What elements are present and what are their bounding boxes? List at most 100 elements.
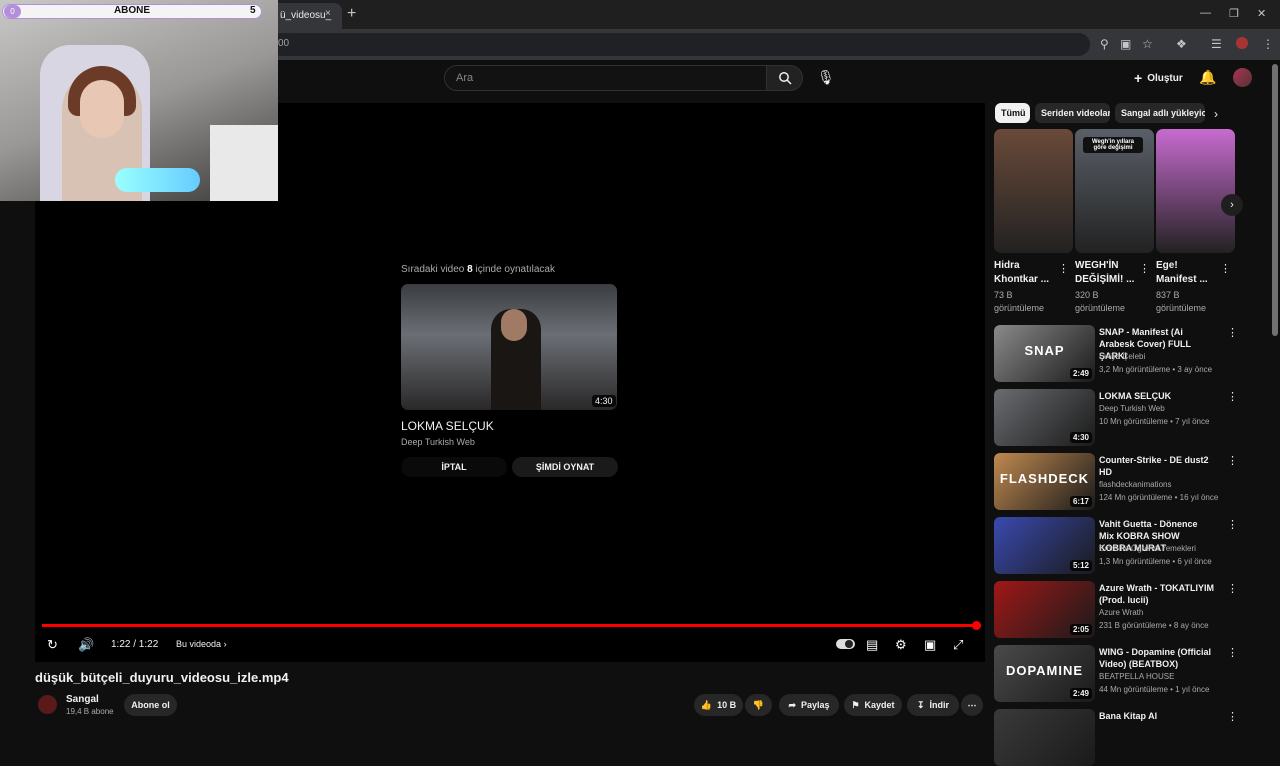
up-next-channel: Deep Turkish Web (401, 437, 475, 447)
channel-name[interactable]: Sangal (66, 694, 99, 705)
browser-menu-icon[interactable]: ⋮ (1262, 37, 1274, 51)
subtitles-icon[interactable]: ▤ (866, 637, 878, 653)
like-count: 10 B (717, 700, 737, 710)
more-options-icon[interactable]: ⋮ (1227, 518, 1238, 531)
notifications-bell-icon[interactable]: 🔔 (1199, 69, 1216, 86)
create-button[interactable]: + Oluştur (1134, 68, 1183, 88)
url-text: 00 (278, 38, 290, 49)
up-next-thumbnail[interactable] (401, 284, 617, 410)
short-title[interactable]: Ege! Manifest ... (1156, 259, 1216, 287)
thumbnail-label: SNAP (1024, 343, 1065, 358)
up-next-duration: 4:30 (592, 395, 616, 407)
chip-uploader[interactable]: Sangal adlı yükleyiciden (1115, 103, 1205, 123)
video-title[interactable]: LOKMA SELÇUK (1099, 390, 1214, 402)
shorts-next-button[interactable]: › (1221, 194, 1243, 216)
microphone (115, 168, 200, 192)
volume-icon[interactable]: 🔊 (78, 637, 94, 653)
video-duration: 4:30 (1069, 432, 1092, 443)
like-button[interactable]: 👍 10 B (694, 694, 743, 716)
channel-name[interactable]: BEATPELLA HOUSE (1099, 672, 1174, 681)
more-icon: ⋯ (967, 699, 977, 710)
maximize-icon[interactable]: ❐ (1229, 7, 1239, 20)
chip-series[interactable]: Seriden videolar (1035, 103, 1110, 123)
video-title[interactable]: Azure Wrath - TOKATLIYIM (Prod. lucii) (1099, 582, 1214, 606)
replay-icon[interactable]: ↻ (47, 637, 58, 653)
save-button[interactable]: ⚑ Kaydet (844, 694, 902, 716)
video-thumbnail[interactable] (994, 709, 1095, 766)
video-title[interactable]: WING - Dopamine (Official Video) (BEATBO… (1099, 646, 1214, 670)
account-avatar[interactable] (1233, 68, 1252, 87)
play-now-button[interactable]: ŞİMDİ OYNAT (512, 457, 618, 477)
channel-avatar[interactable] (38, 695, 57, 714)
video-title[interactable]: Counter-Strike - DE dust2 HD (1099, 454, 1214, 478)
cancel-button[interactable]: İPTAL (401, 457, 507, 477)
download-button[interactable]: ↧ İndir (907, 694, 959, 716)
voice-search-icon[interactable]: 🎙 (817, 69, 835, 86)
chapters-button[interactable]: Bu videoda › (176, 639, 227, 649)
more-options-icon[interactable]: ⋮ (1227, 710, 1238, 723)
subscribe-button[interactable]: Abone ol (124, 694, 177, 716)
short-more-icon[interactable]: ⋮ (1058, 262, 1069, 275)
bookmark-star-icon[interactable]: ☆ (1142, 37, 1153, 51)
short-more-icon[interactable]: ⋮ (1220, 262, 1231, 275)
short-views: 320 B görüntüleme (1075, 290, 1126, 313)
radiator (210, 125, 278, 201)
short-thumbnail[interactable] (1156, 129, 1235, 253)
cast-icon[interactable]: ▣ (1120, 37, 1131, 51)
miniplayer-icon[interactable]: ▣ (924, 637, 936, 653)
page-scrollbar[interactable] (1272, 64, 1278, 336)
minimize-icon[interactable]: — (1200, 7, 1211, 19)
more-options-icon[interactable]: ⋮ (1227, 646, 1238, 659)
dislike-button[interactable]: 👎 (745, 694, 772, 716)
channel-name[interactable]: Emre İle Öğrenci Yemekleri (1099, 544, 1196, 553)
short-thumbnail[interactable]: Wegh'in yıllara göre değişimi (1075, 129, 1154, 253)
extensions-icon[interactable]: ❖ (1176, 37, 1187, 51)
short-title[interactable]: Hidra Khontkar ... (994, 259, 1054, 287)
video-duration: 2:49 (1069, 688, 1092, 699)
tab-close-icon[interactable]: × (325, 8, 331, 19)
short-more-icon[interactable]: ⋮ (1139, 262, 1150, 275)
new-tab-icon[interactable]: + (347, 5, 356, 23)
thumbnail-label: FLASHDECK (999, 471, 1090, 486)
window-close-icon[interactable]: ✕ (1257, 7, 1266, 20)
channel-name[interactable]: Deep Turkish Web (1099, 404, 1165, 413)
short-title[interactable]: WEGH'İN DEĞİŞİMİ! ... (1075, 259, 1135, 287)
video-title[interactable]: Bana Kitap Al (1099, 710, 1214, 722)
video-thumbnail[interactable]: FLASHDECK 6:17 (994, 453, 1095, 510)
video-thumbnail[interactable]: DOPAMINE 2:49 (994, 645, 1095, 702)
video-thumbnail[interactable]: SNAP 2:49 (994, 325, 1095, 382)
progress-scrubber[interactable] (972, 621, 981, 630)
short-thumbnail[interactable] (994, 129, 1073, 253)
fullscreen-icon[interactable]: ⤢ (953, 637, 963, 653)
channel-name[interactable]: flashdeckanimations (1099, 480, 1171, 489)
more-actions-button[interactable]: ⋯ (961, 694, 983, 716)
more-options-icon[interactable]: ⋮ (1227, 454, 1238, 467)
download-icon: ↧ (916, 699, 925, 710)
chip-all[interactable]: Tümü (995, 103, 1030, 123)
address-bar[interactable] (270, 33, 1090, 56)
settings-gear-icon[interactable]: ⚙ (895, 637, 907, 653)
media-control-icon[interactable]: ☰ (1211, 37, 1222, 51)
video-thumbnail[interactable]: 5:12 (994, 517, 1095, 574)
autoplay-toggle[interactable] (836, 639, 855, 649)
video-thumbnail[interactable]: 4:30 (994, 389, 1095, 446)
up-next-title[interactable]: LOKMA SELÇUK (401, 419, 494, 433)
channel-name[interactable]: Evliya Çelebi (1099, 352, 1145, 361)
search-input[interactable] (444, 65, 767, 91)
search-button[interactable] (766, 65, 803, 91)
save-label: Kaydet (864, 700, 895, 710)
video-meta: 124 Mn görüntüleme • 16 yıl önce (1099, 493, 1219, 502)
zoom-icon[interactable]: ⚲ (1100, 37, 1109, 51)
video-thumbnail[interactable]: 2:05 (994, 581, 1095, 638)
thumbnail-label: DOPAMINE (1005, 663, 1084, 678)
download-label: İndir (929, 700, 950, 710)
more-options-icon[interactable]: ⋮ (1227, 390, 1238, 403)
more-options-icon[interactable]: ⋮ (1227, 582, 1238, 595)
chips-next-icon[interactable]: › (1214, 107, 1218, 121)
more-options-icon[interactable]: ⋮ (1227, 326, 1238, 339)
channel-name[interactable]: Azure Wrath (1099, 608, 1143, 617)
browser-tab[interactable]: ü_videosu_ (270, 3, 342, 29)
video-meta: 10 Mn görüntüleme • 7 yıl önce (1099, 417, 1210, 426)
profile-avatar[interactable] (1236, 37, 1248, 49)
share-button[interactable]: ➦ Paylaş (779, 694, 839, 716)
